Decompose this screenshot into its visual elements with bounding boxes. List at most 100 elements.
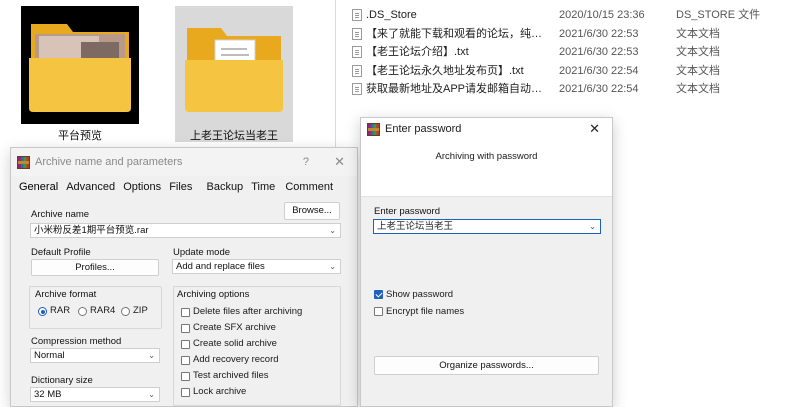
radio-rar4[interactable]	[78, 307, 87, 316]
tab-strip: General Advanced Options Files Backup Ti…	[19, 181, 338, 197]
chevron-down-icon: ⌄	[329, 226, 336, 235]
compression-method-select[interactable]: Normal ⌄	[30, 348, 160, 363]
radio-rar4-label: RAR4	[90, 305, 116, 316]
archive-format-label: Archive format	[35, 289, 97, 300]
dialog-subtitle: Archiving with password	[435, 151, 538, 162]
create-sfx-label: Create SFX archive	[193, 322, 276, 333]
test-files-label: Test archived files	[193, 370, 269, 381]
file-row[interactable]: 【老王论坛介绍】.txt 2021/6/30 22:53 文本文档	[346, 43, 800, 62]
file-date: 2021/6/30 22:54	[559, 64, 639, 77]
dialog-titlebar[interactable]: Archive name and parameters ? ✕	[11, 148, 357, 176]
archive-name-label: Archive name	[31, 209, 90, 220]
file-name: 【老王论坛介绍】.txt	[366, 46, 469, 58]
chevron-down-icon: ⌄	[589, 222, 596, 231]
folder-label-preview: 平台预览	[58, 130, 102, 142]
file-type: 文本文档	[676, 83, 720, 95]
file-date: 2020/10/15 23:36	[559, 9, 645, 21]
tab-files[interactable]: Files	[169, 181, 192, 193]
archive-name-value: 小米粉反差1期平台预览.rar	[34, 225, 149, 236]
file-row[interactable]: 【来了就能下载和观看的论坛，纯免费！... 2021/6/30 22:53 文本…	[346, 25, 800, 44]
file-row[interactable]: 获取最新地址及APP请发邮箱自动获取.txt 2021/6/30 22:54 文…	[346, 80, 800, 99]
folder-with-photo-icon	[21, 6, 139, 124]
checkbox-recovery-record[interactable]	[181, 356, 190, 365]
folder-thumb-preview[interactable]: 平台预览	[21, 6, 139, 142]
recovery-record-label: Add recovery record	[193, 354, 279, 365]
enter-password-label: Enter password	[374, 206, 441, 217]
close-button[interactable]: ✕	[334, 148, 345, 176]
file-name: 获取最新地址及APP请发邮箱自动获取.txt	[366, 83, 552, 95]
dictionary-size-value: 32 MB	[34, 389, 62, 400]
profiles-button[interactable]: Profiles...	[31, 259, 159, 276]
file-explorer-pane: 平台预览 上老王论坛当老王	[0, 0, 336, 148]
create-solid-label: Create solid archive	[193, 338, 277, 349]
close-button[interactable]: ✕	[589, 118, 600, 140]
folder-label-selected: 上老王论坛当老王	[190, 130, 278, 142]
password-value: 上老王论坛当老王	[377, 221, 454, 232]
lock-archive-label: Lock archive	[193, 386, 247, 397]
dialog-banner: Archiving with password	[361, 140, 612, 197]
radio-zip-label: ZIP	[133, 305, 148, 316]
compression-method-label: Compression method	[31, 336, 122, 347]
radio-rar-label: RAR	[50, 305, 71, 316]
update-mode-label: Update mode	[173, 247, 231, 258]
chevron-down-icon: ⌄	[148, 351, 155, 360]
tab-comment[interactable]: Comment	[285, 181, 333, 193]
file-date: 2021/6/30 22:54	[559, 83, 639, 95]
checkbox-create-sfx[interactable]	[181, 324, 190, 333]
tab-advanced[interactable]: Advanced	[66, 181, 115, 193]
checkbox-encrypt-names[interactable]	[374, 307, 383, 316]
file-type: DS_STORE 文件	[676, 9, 761, 21]
radio-zip[interactable]	[121, 307, 130, 316]
file-name: 【来了就能下载和观看的论坛，纯免费！...	[366, 27, 552, 40]
archiving-options-label: Archiving options	[177, 289, 250, 300]
archive-parameters-dialog: Archive name and parameters ? ✕ General …	[10, 147, 358, 407]
update-mode-value: Add and replace files	[176, 261, 265, 272]
dictionary-size-select[interactable]: 32 MB ⌄	[30, 387, 160, 402]
dialog-title: Archive name and parameters	[35, 156, 183, 168]
text-file-icon	[352, 64, 362, 77]
folder-with-document-icon	[185, 28, 283, 112]
dialog-title: Enter password	[385, 123, 462, 135]
text-file-icon	[352, 83, 362, 95]
file-name: .DS_Store	[366, 9, 417, 21]
organize-passwords-button[interactable]: Organize passwords...	[374, 356, 599, 375]
default-profile-label: Default Profile	[31, 247, 91, 258]
enter-password-dialog: Enter password ✕ Archiving with password…	[360, 117, 613, 407]
dictionary-size-label: Dictionary size	[31, 375, 93, 386]
help-button[interactable]: ?	[303, 148, 309, 176]
file-type: 文本文档	[676, 64, 720, 77]
compression-method-value: Normal	[34, 350, 65, 361]
text-file-icon	[352, 27, 362, 40]
radio-rar[interactable]	[38, 307, 47, 316]
checkbox-delete-files[interactable]	[181, 308, 190, 317]
folder-thumb-selected[interactable]: 上老王论坛当老王	[175, 6, 293, 142]
chevron-down-icon: ⌄	[148, 390, 155, 399]
tab-backup[interactable]: Backup	[206, 181, 243, 193]
show-password-label: Show password	[386, 289, 454, 300]
file-row[interactable]: .DS_Store 2020/10/15 23:36 DS_STORE 文件	[346, 6, 800, 25]
file-type: 文本文档	[676, 27, 720, 40]
delete-files-label: Delete files after archiving	[193, 306, 303, 317]
file-row[interactable]: 【老王论坛永久地址发布页】.txt 2021/6/30 22:54 文本文档	[346, 62, 800, 81]
tab-options[interactable]: Options	[123, 181, 161, 193]
winrar-app-icon	[367, 123, 380, 136]
checkbox-test-files[interactable]	[181, 372, 190, 381]
checkbox-show-password[interactable]	[374, 290, 383, 299]
checkbox-create-solid[interactable]	[181, 340, 190, 349]
update-mode-select[interactable]: Add and replace files ⌄	[172, 259, 341, 274]
file-list: .DS_Store 2020/10/15 23:36 DS_STORE 文件 【…	[346, 6, 800, 99]
checkbox-lock-archive[interactable]	[181, 388, 190, 397]
browse-button[interactable]: Browse...	[284, 202, 340, 220]
archive-name-input[interactable]: 小米粉反差1期平台预览.rar ⌄	[30, 223, 341, 238]
file-date: 2021/6/30 22:53	[559, 27, 639, 40]
file-date: 2021/6/30 22:53	[559, 46, 639, 58]
winrar-app-icon	[17, 156, 30, 169]
dialog-titlebar[interactable]: Enter password ✕	[361, 118, 612, 140]
tab-time[interactable]: Time	[251, 181, 275, 193]
file-type: 文本文档	[676, 46, 720, 58]
text-file-icon	[352, 46, 362, 58]
password-input[interactable]: 上老王论坛当老王 ⌄	[373, 219, 601, 234]
file-name: 【老王论坛永久地址发布页】.txt	[366, 64, 524, 77]
file-icon	[352, 9, 362, 21]
tab-general[interactable]: General	[19, 181, 58, 193]
